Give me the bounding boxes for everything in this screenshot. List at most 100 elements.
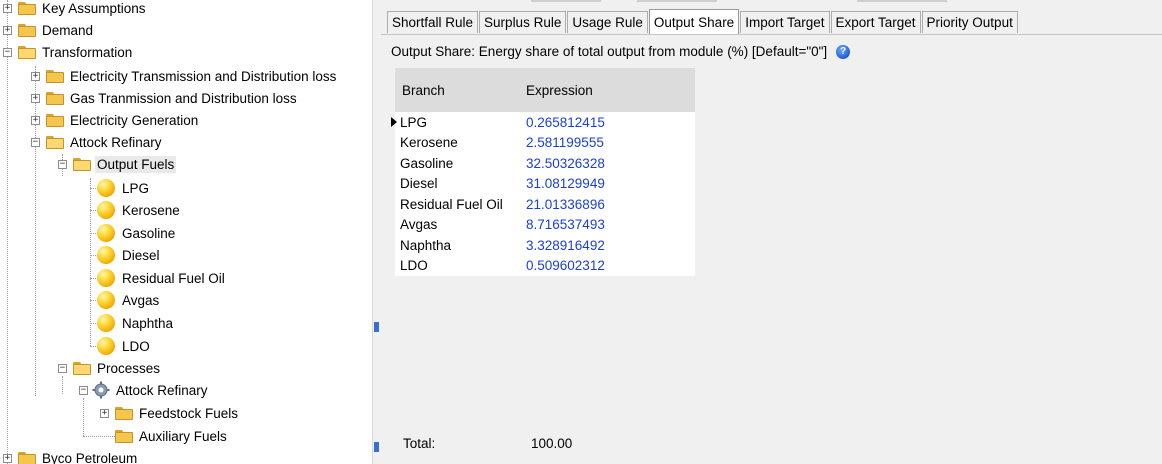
expand-plus-icon[interactable]: + (31, 72, 40, 81)
tree-node-label: Kerosene (122, 202, 180, 218)
tree-node-attock-refinary-process[interactable]: − Attock Refinary (76, 379, 210, 401)
folder-icon (115, 429, 133, 443)
fuel-ball-icon (97, 337, 115, 355)
properties-pane: Shortfall Rule Surplus Rule Usage Rule O… (381, 0, 1162, 464)
table-row[interactable]: Naphtha 3.328916492 (395, 235, 695, 256)
fuel-ball-icon (97, 179, 115, 197)
fuel-ball-icon (97, 314, 115, 332)
tree-node-byco-petroleum[interactable]: + Byco Petroleum (0, 447, 139, 464)
tree-node-attock-refinary[interactable]: − Attock Refinary (28, 131, 164, 153)
tree-node-gas-td-loss[interactable]: + Gas Tranmission and Distribution loss (28, 87, 299, 109)
folder-icon (46, 91, 64, 105)
table-row[interactable]: Diesel 31.08129949 (395, 174, 695, 195)
tree-node-label: Key Assumptions (42, 0, 146, 16)
tree-node-auxiliary-fuels[interactable]: Auxiliary Fuels (97, 425, 229, 447)
table-row[interactable]: Residual Fuel Oil 21.01336896 (395, 194, 695, 215)
branch-cell: LPG (400, 114, 428, 130)
collapse-minus-icon[interactable]: − (58, 364, 67, 373)
tree-node-label: Processes (97, 360, 161, 376)
tree-node-label: Gasoline (122, 225, 176, 241)
process-gear-icon (92, 381, 110, 399)
tab-strip: Shortfall Rule Surplus Rule Usage Rule O… (387, 9, 1019, 34)
expand-plus-icon[interactable]: + (3, 454, 12, 463)
tree-node-kerosene[interactable]: Kerosene (97, 199, 182, 221)
branch-cell: Gasoline (400, 155, 454, 171)
tree-node-label: Diesel (122, 247, 160, 263)
folder-icon (18, 23, 36, 37)
expression-cell[interactable]: 31.08129949 (521, 176, 605, 191)
tree-node-label: Electricity Transmission and Distributio… (70, 68, 337, 84)
expand-plus-icon[interactable]: + (31, 94, 40, 103)
expand-plus-icon[interactable]: + (31, 116, 40, 125)
splitter-arrow-icon[interactable] (374, 442, 379, 452)
expand-plus-icon[interactable]: + (3, 26, 12, 35)
table-row[interactable]: Gasoline 32.50326328 (395, 153, 695, 174)
tab-surplus-rule[interactable]: Surplus Rule (479, 11, 567, 33)
top-edge-fragment (531, 0, 601, 2)
tree-node-naphtha[interactable]: Naphtha (97, 312, 175, 334)
expression-cell[interactable]: 0.509602312 (521, 258, 605, 273)
folder-icon (46, 69, 64, 83)
expression-cell[interactable]: 3.328916492 (521, 238, 605, 253)
tab-usage-rule[interactable]: Usage Rule (567, 11, 648, 33)
tree-node-electricity-generation[interactable]: + Electricity Generation (28, 109, 200, 131)
collapse-minus-icon[interactable]: − (3, 48, 12, 57)
tree-node-feedstock-fuels[interactable]: + Feedstock Fuels (97, 402, 240, 424)
tab-output-share[interactable]: Output Share (648, 9, 740, 34)
expression-cell[interactable]: 32.50326328 (521, 156, 605, 171)
tree-node-diesel[interactable]: Diesel (97, 244, 162, 266)
tree-node-label: Demand (42, 22, 94, 38)
branch-cell: LDO (400, 258, 428, 274)
collapse-minus-icon[interactable]: − (58, 160, 67, 169)
column-header-branch[interactable]: Branch (395, 83, 521, 98)
branch-tree[interactable]: + Key Assumptions + Demand − Transformat… (0, 0, 372, 464)
fuel-ball-icon (97, 269, 115, 287)
table-row[interactable]: Avgas 8.716537493 (395, 215, 695, 236)
tree-node-label: Gas Tranmission and Distribution loss (70, 90, 297, 106)
tab-priority-output[interactable]: Priority Output (921, 11, 1018, 33)
tab-import-target[interactable]: Import Target (740, 11, 830, 33)
grid-body: LPG 0.265812415 Kerosene 2.581199555 Gas… (391, 112, 695, 277)
folder-open-icon (46, 135, 64, 149)
tab-export-target[interactable]: Export Target (830, 11, 921, 33)
tree-node-ldo[interactable]: LDO (97, 335, 152, 357)
tree-node-label: Attock Refinary (70, 134, 162, 150)
folder-open-icon (73, 157, 91, 171)
tree-node-gasoline[interactable]: Gasoline (97, 222, 177, 244)
column-header-expression[interactable]: Expression (521, 83, 593, 98)
collapse-minus-icon[interactable]: − (79, 386, 88, 395)
tab-shortfall-rule[interactable]: Shortfall Rule (387, 11, 479, 33)
tree-node-residual-fuel-oil[interactable]: Residual Fuel Oil (97, 267, 227, 289)
tree-node-key-assumptions[interactable]: + Key Assumptions (0, 0, 148, 19)
help-icon[interactable]: ? (836, 44, 851, 59)
expand-plus-icon[interactable]: + (3, 4, 12, 13)
fuel-ball-icon (97, 201, 115, 219)
tree-node-label: Avgas (122, 292, 160, 308)
expression-grid[interactable]: Branch Expression LPG 0.265812415 Kerose… (391, 68, 695, 277)
pane-splitter[interactable] (372, 0, 381, 464)
tree-node-output-fuels[interactable]: − Output Fuels (55, 153, 177, 175)
table-row[interactable]: LDO 0.509602312 (395, 256, 695, 277)
expression-cell[interactable]: 0.265812415 (521, 115, 605, 130)
tree-node-demand[interactable]: + Demand (0, 19, 95, 41)
grid-header: Branch Expression (395, 68, 695, 112)
table-row[interactable]: LPG 0.265812415 (391, 112, 695, 133)
tree-node-label: LPG (122, 180, 150, 196)
branch-cell: Naphtha (400, 237, 452, 253)
tree-node-transformation[interactable]: − Transformation (0, 41, 134, 63)
fuel-ball-icon (97, 291, 115, 309)
expression-cell[interactable]: 21.01336896 (521, 197, 605, 212)
tree-node-label: Transformation (42, 44, 133, 60)
tree-node-label: Electricity Generation (70, 112, 199, 128)
splitter-arrow-icon[interactable] (374, 322, 379, 332)
collapse-minus-icon[interactable]: − (31, 138, 40, 147)
expression-cell[interactable]: 2.581199555 (521, 135, 604, 150)
table-row[interactable]: Kerosene 2.581199555 (395, 133, 695, 154)
tree-node-label: Attock Refinary (116, 382, 208, 398)
expression-cell[interactable]: 8.716537493 (521, 217, 605, 232)
tree-node-avgas[interactable]: Avgas (97, 289, 161, 311)
tree-node-lpg[interactable]: LPG (97, 177, 151, 199)
tree-node-electricity-td-loss[interactable]: + Electricity Transmission and Distribut… (28, 65, 338, 87)
tree-node-processes[interactable]: − Processes (55, 357, 162, 379)
expand-plus-icon[interactable]: + (100, 409, 109, 418)
